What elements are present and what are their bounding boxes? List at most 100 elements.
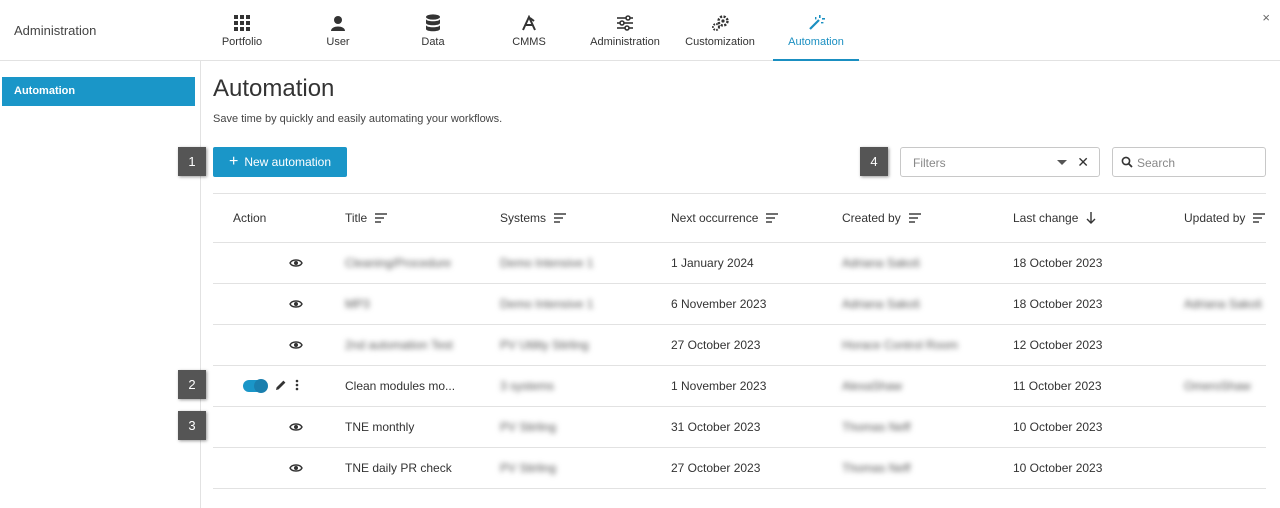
table-row[interactable]: MP3 Demo Intensive 1 6 November 2023 Adr… [213, 284, 1266, 325]
header-label: Title [345, 211, 368, 225]
row-last-change: 10 October 2023 [1013, 420, 1103, 434]
tab-label: Administration [590, 36, 660, 48]
row-updated-by: OmeroShaw [1184, 379, 1251, 393]
row-actions [243, 366, 299, 406]
row-next-occurrence: 27 October 2023 [671, 338, 761, 352]
gears-icon [711, 13, 729, 32]
eye-icon[interactable] [289, 421, 303, 436]
header-created-by[interactable]: Created by [842, 194, 921, 242]
row-last-change: 12 October 2023 [1013, 338, 1103, 352]
pencil-icon[interactable] [275, 379, 287, 394]
tab-cmms[interactable]: CMMS [507, 0, 551, 61]
eye-icon[interactable] [289, 257, 303, 272]
row-created-by: Adriana Sakoš [842, 297, 921, 311]
sort-lines-icon[interactable] [908, 213, 921, 223]
callout-badge: 1 [178, 147, 206, 176]
top-bar: Administration Portfolio User Data CMMS … [0, 0, 1280, 61]
tab-data[interactable]: Data [412, 0, 454, 61]
active-toggle[interactable] [243, 379, 268, 393]
header-label: Next occurrence [671, 211, 759, 225]
tab-automation[interactable]: Automation [773, 0, 859, 61]
row-last-change: 18 October 2023 [1013, 256, 1103, 270]
sort-lines-icon[interactable] [554, 213, 567, 223]
row-next-occurrence: 27 October 2023 [671, 461, 761, 475]
chevron-down-icon[interactable] [1057, 160, 1067, 165]
database-icon [425, 13, 441, 32]
app-title: Administration [14, 23, 97, 38]
table-row[interactable]: Cleaning/Procedure Demo Intensive 1 1 Ja… [213, 243, 1266, 284]
grid-icon [234, 13, 250, 32]
row-created-by: Adriana Sakoš [842, 256, 921, 270]
tab-portfolio[interactable]: Portfolio [214, 0, 270, 61]
row-created-by: Thomas Neff [842, 461, 911, 475]
header-label: Updated by [1184, 211, 1246, 225]
header-label: Systems [500, 211, 547, 225]
more-vertical-icon[interactable] [295, 379, 299, 394]
close-icon[interactable]: × [1262, 10, 1270, 25]
header-next-occurrence[interactable]: Next occurrence [671, 194, 779, 242]
row-title: TNE monthly [345, 420, 415, 434]
row-last-change: 18 October 2023 [1013, 297, 1103, 311]
table-row[interactable]: 2nd automation Test PV Utility Stirling … [213, 325, 1266, 366]
tab-label: User [326, 36, 350, 48]
table-row[interactable]: Clean modules mo... 3 systems 1 November… [213, 366, 1266, 407]
row-created-by: AlexaShaw [842, 379, 903, 393]
callout-badge: 4 [860, 147, 888, 176]
row-systems: PV Utility Stirling [500, 338, 589, 352]
table-row[interactable]: TNE daily PR check PV Stirling 27 Octobe… [213, 448, 1266, 489]
row-last-change: 11 October 2023 [1013, 379, 1102, 393]
row-title: 2nd automation Test [345, 338, 453, 352]
eye-icon[interactable] [289, 462, 303, 477]
row-title: Clean modules mo... [345, 379, 456, 393]
header-last-change[interactable]: Last change [1013, 194, 1096, 242]
callout-badge: 3 [178, 411, 206, 440]
sort-lines-icon[interactable] [1253, 213, 1266, 223]
tab-administration[interactable]: Administration [587, 0, 663, 61]
plus-icon: + [228, 153, 239, 170]
row-next-occurrence: 1 November 2023 [671, 379, 767, 393]
new-automation-label: New automation [244, 155, 332, 169]
search-placeholder: Search [1137, 156, 1176, 170]
search-icon [1121, 156, 1133, 171]
page-title: Automation [213, 75, 335, 102]
arrow-down-icon[interactable] [1086, 212, 1096, 224]
header-title[interactable]: Title [345, 194, 388, 242]
automation-table: Action Title Systems Next occurrence Cre… [213, 193, 1266, 489]
tab-label: Portfolio [221, 36, 263, 48]
tab-label: CMMS [512, 36, 546, 48]
row-title: TNE daily PR check [345, 461, 452, 475]
row-next-occurrence: 1 January 2024 [671, 256, 754, 270]
clear-filter-icon[interactable]: ✕ [1077, 154, 1089, 171]
row-next-occurrence: 6 November 2023 [671, 297, 767, 311]
row-created-by: Thomas Neff [842, 420, 911, 434]
tab-label: Data [421, 36, 445, 48]
row-systems: PV Stirling [500, 420, 557, 434]
callout-badge: 2 [178, 370, 206, 399]
header-systems[interactable]: Systems [500, 194, 567, 242]
tab-user[interactable]: User [316, 0, 360, 61]
sidebar-item-automation[interactable]: Automation [2, 77, 195, 106]
sort-lines-icon[interactable] [375, 213, 388, 223]
row-title: Cleaning/Procedure [345, 256, 452, 270]
new-automation-button[interactable]: + New automation [213, 147, 347, 177]
tab-label: Customization [685, 36, 755, 48]
filters-select[interactable]: Filters ✕ [900, 147, 1100, 177]
sort-lines-icon[interactable] [766, 213, 779, 223]
sliders-icon [616, 13, 634, 32]
tab-label: Automation [788, 36, 844, 48]
filters-placeholder: Filters [913, 156, 946, 170]
header-updated-by[interactable]: Updated by [1184, 194, 1266, 242]
row-next-occurrence: 31 October 2023 [671, 420, 761, 434]
row-systems: 3 systems [500, 379, 555, 393]
search-input[interactable]: Search [1112, 147, 1266, 177]
row-title: MP3 [345, 297, 370, 311]
eye-icon[interactable] [289, 298, 303, 313]
sidebar: Automation [0, 61, 201, 508]
eye-icon[interactable] [289, 339, 303, 354]
row-systems: Demo Intensive 1 [500, 297, 594, 311]
row-systems: PV Stirling [500, 461, 557, 475]
user-icon [330, 13, 346, 32]
tab-customization[interactable]: Customization [684, 0, 756, 61]
header-label: Last change [1013, 211, 1079, 225]
table-row[interactable]: TNE monthly PV Stirling 31 October 2023 … [213, 407, 1266, 448]
